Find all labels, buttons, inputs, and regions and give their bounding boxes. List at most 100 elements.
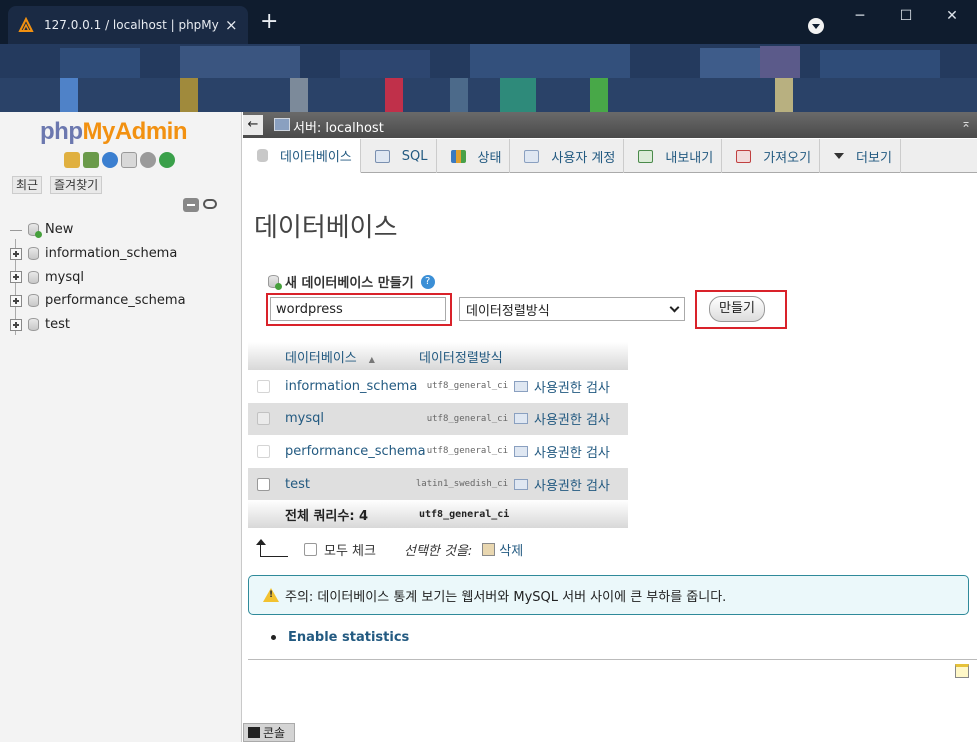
top-menu-tabs: 데이터베이스 SQL 상태 사용자 계정 내보내기 가져오기 더보기 <box>243 139 977 173</box>
tab-databases[interactable]: 데이터베이스 <box>243 139 361 173</box>
warning-icon <box>263 588 279 602</box>
create-database-label: 새 데이터베이스 만들기 <box>285 276 414 291</box>
tree-item-information-schema[interactable]: information_schema <box>8 242 186 266</box>
tab-sql[interactable]: SQL <box>361 139 437 173</box>
tree-item-performance-schema[interactable]: performance_schema <box>8 289 186 313</box>
tab-user-accounts[interactable]: 사용자 계정 <box>510 139 625 173</box>
navigation-panel: phpMyAdmin 최근 즐겨찾기 New information_schem… <box>0 112 242 742</box>
with-selected-label: 선택한 것을: <box>403 544 473 559</box>
tree-label: New <box>45 222 74 238</box>
tab-label: 데이터베이스 <box>280 150 352 165</box>
check-privileges-link[interactable]: 사용권한 검사 <box>514 442 628 461</box>
row-checkbox[interactable] <box>256 412 270 426</box>
table-row: mysql utf8_general_ci 사용권한 검사 <box>248 402 628 436</box>
recent-button[interactable]: 최근 <box>12 176 43 194</box>
bullet <box>271 635 276 640</box>
check-privileges-link[interactable]: 사용권한 검사 <box>514 475 628 494</box>
logout-icon[interactable] <box>83 152 99 168</box>
bulk-actions: 모두 체크 선택한 것을: 삭제 <box>256 538 523 559</box>
export-icon <box>638 149 654 163</box>
table-row: test latin1_swedish_ci 사용권한 검사 <box>248 467 628 501</box>
page-title: 데이터베이스 <box>254 213 398 243</box>
nav-icon-bar <box>64 152 175 168</box>
tab-more[interactable]: 더보기 <box>820 139 901 173</box>
collation-value: latin1_swedish_ci <box>415 479 508 490</box>
phpmyadmin-logo[interactable]: phpMyAdmin <box>40 118 187 146</box>
link-with-main-icon[interactable] <box>203 199 217 209</box>
tree-item-new[interactable]: New <box>8 218 186 242</box>
delete-button[interactable]: 삭제 <box>499 540 523 559</box>
expand-icon[interactable] <box>10 247 22 260</box>
collapse-top-icon[interactable]: ⌅ <box>961 116 971 130</box>
users-icon <box>524 149 540 163</box>
documentation-icon[interactable] <box>121 152 137 168</box>
expand-icon[interactable] <box>10 271 22 284</box>
database-icon <box>28 247 39 261</box>
back-arrow-icon[interactable]: ← <box>243 115 263 135</box>
database-icon <box>28 318 39 332</box>
server-breadcrumb-bar: ← 서버: localhost ⌅ <box>243 112 977 138</box>
table-footer: 전체 쿼리수: 4 utf8_general_ci <box>248 500 628 529</box>
database-link[interactable]: information_schema <box>278 379 417 394</box>
create-database-heading: 새 데이터베이스 만들기 ? <box>268 272 435 291</box>
reload-icon[interactable] <box>159 152 175 168</box>
database-icon <box>28 294 39 308</box>
arrow-up-icon <box>256 538 288 557</box>
database-link[interactable]: performance_schema <box>278 444 426 459</box>
create-database-button[interactable]: 만들기 <box>709 296 765 322</box>
server-icon <box>274 118 290 131</box>
minimize-button[interactable]: ─ <box>840 4 880 28</box>
favorites-button[interactable]: 즐겨찾기 <box>50 176 103 194</box>
console-label: 콘솔 <box>263 726 286 740</box>
privileges-icon <box>514 413 528 425</box>
select-all-label[interactable]: 모두 체크 <box>324 540 376 559</box>
tab-close-icon[interactable]: × <box>225 16 238 34</box>
chevron-down-icon <box>669 302 680 312</box>
row-checkbox[interactable] <box>256 477 270 491</box>
privileges-icon <box>514 478 528 490</box>
notice-box: 주의: 데이터베이스 통계 보기는 웹서버와 MySQL 서버 사이에 큰 부하… <box>248 575 969 615</box>
row-checkbox[interactable] <box>256 444 270 458</box>
tab-status[interactable]: 상태 <box>437 139 511 173</box>
collation-select[interactable]: 데이터정렬방식 <box>459 297 685 321</box>
tree-connector <box>10 224 22 236</box>
main-panel: ← 서버: localhost ⌅ 데이터베이스 SQL 상태 사용자 계정 내… <box>243 112 977 742</box>
tab-export[interactable]: 내보내기 <box>624 139 723 173</box>
tab-import[interactable]: 가져오기 <box>722 139 821 173</box>
select-all-checkbox[interactable] <box>304 543 317 556</box>
collapse-all-icon[interactable] <box>183 198 199 212</box>
tab-label: 상태 <box>477 150 502 166</box>
database-link[interactable]: mysql <box>278 411 414 426</box>
column-header-database[interactable]: 데이터베이스 ▲ <box>278 347 414 366</box>
check-privileges-link[interactable]: 사용권한 검사 <box>514 409 628 428</box>
privileges-icon <box>514 445 528 457</box>
console-toggle[interactable]: 콘솔 <box>243 723 295 742</box>
home-icon[interactable] <box>64 152 80 168</box>
collation-value: utf8_general_ci <box>426 381 508 392</box>
enable-statistics-link[interactable]: Enable statistics <box>288 630 409 645</box>
new-tab-button[interactable]: + <box>260 11 278 33</box>
docs-icon[interactable] <box>102 152 118 168</box>
database-link[interactable]: test <box>278 477 414 492</box>
profile-dropdown-icon[interactable] <box>808 18 824 34</box>
column-header-collation[interactable]: 데이터정렬방식 <box>414 347 514 366</box>
tab-label: SQL <box>401 148 428 164</box>
row-checkbox[interactable] <box>256 379 270 393</box>
expand-icon[interactable] <box>10 294 22 307</box>
tree-item-test[interactable]: test <box>8 313 186 337</box>
import-icon <box>736 149 752 163</box>
sort-asc-icon: ▲ <box>368 354 375 364</box>
database-name-input[interactable] <box>270 297 446 321</box>
help-icon[interactable]: ? <box>420 274 435 289</box>
server-breadcrumb[interactable]: 서버: localhost <box>293 117 384 136</box>
page-settings-icon[interactable] <box>955 664 969 678</box>
maximize-button[interactable]: ☐ <box>886 4 926 28</box>
browser-tab[interactable]: 127.0.0.1 / localhost | phpMyAd × <box>8 6 248 44</box>
check-privileges-link[interactable]: 사용권한 검사 <box>514 377 628 396</box>
settings-icon[interactable] <box>140 152 156 168</box>
expand-icon[interactable] <box>10 318 22 331</box>
window-close-button[interactable]: ✕ <box>932 4 972 28</box>
table-header: 데이터베이스 ▲ 데이터정렬방식 <box>248 342 628 370</box>
tree-item-mysql[interactable]: mysql <box>8 265 186 289</box>
notice-text: 주의: 데이터베이스 통계 보기는 웹서버와 MySQL 서버 사이에 큰 부하… <box>285 589 727 605</box>
